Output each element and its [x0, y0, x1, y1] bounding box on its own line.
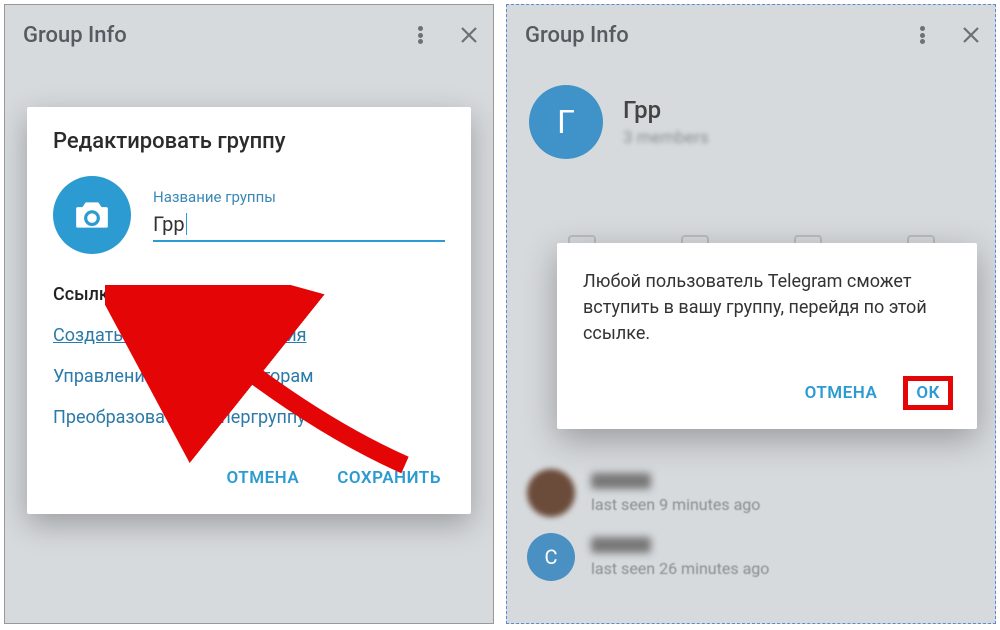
- member-row[interactable]: last seen 9 minutes ago: [527, 465, 975, 521]
- ok-highlight: ОК: [903, 376, 953, 410]
- ok-button[interactable]: ОК: [914, 377, 942, 409]
- right-screenshot: Group Info Г Грр 3 members last seen 9 m…: [506, 4, 996, 624]
- header-title: Group Info: [23, 23, 127, 48]
- group-header-row: Г Грр 3 members: [507, 65, 995, 189]
- cancel-button[interactable]: ОТМЕНА: [223, 458, 304, 498]
- member-row[interactable]: С last seen 26 minutes ago: [527, 529, 975, 585]
- create-invite-link[interactable]: Создать ссылку приглашения: [53, 315, 445, 356]
- edit-group-dialog: Редактировать группу Название группы Грр…: [27, 107, 471, 514]
- more-icon[interactable]: [913, 26, 931, 44]
- manage-admins-link[interactable]: Управление администраторам: [53, 356, 445, 397]
- left-screenshot: Group Info Редактировать группу Название…: [4, 4, 494, 624]
- group-name-input[interactable]: Грр: [153, 212, 445, 242]
- group-info-header: Group Info: [5, 5, 493, 65]
- confirm-dialog: Любой пользователь Telegram сможет вступ…: [557, 243, 977, 429]
- member-status: last seen 9 minutes ago: [591, 495, 975, 514]
- invite-section-label: Ссылка для приглашения: [53, 284, 445, 305]
- save-button[interactable]: СОХРАНИТЬ: [333, 458, 445, 498]
- group-name-label: Название группы: [153, 188, 445, 206]
- member-status: last seen 26 minutes ago: [591, 559, 975, 578]
- dialog-title: Редактировать группу: [53, 129, 445, 154]
- group-members: 3 members: [623, 128, 709, 148]
- more-icon[interactable]: [411, 26, 429, 44]
- convert-supergroup-link[interactable]: Преобразовать в супергруппу: [53, 397, 445, 438]
- camera-icon[interactable]: [53, 176, 131, 254]
- header-title: Group Info: [525, 23, 629, 48]
- group-info-header: Group Info: [507, 5, 995, 65]
- group-name: Грр: [623, 96, 709, 124]
- group-avatar[interactable]: Г: [529, 85, 603, 159]
- close-icon[interactable]: [459, 25, 479, 45]
- text-caret: [186, 213, 188, 235]
- close-icon[interactable]: [961, 25, 981, 45]
- avatar: С: [527, 533, 575, 581]
- dialog-body: Любой пользователь Telegram сможет вступ…: [583, 269, 953, 347]
- cancel-button[interactable]: ОТМЕНА: [801, 373, 882, 413]
- avatar: [527, 469, 575, 517]
